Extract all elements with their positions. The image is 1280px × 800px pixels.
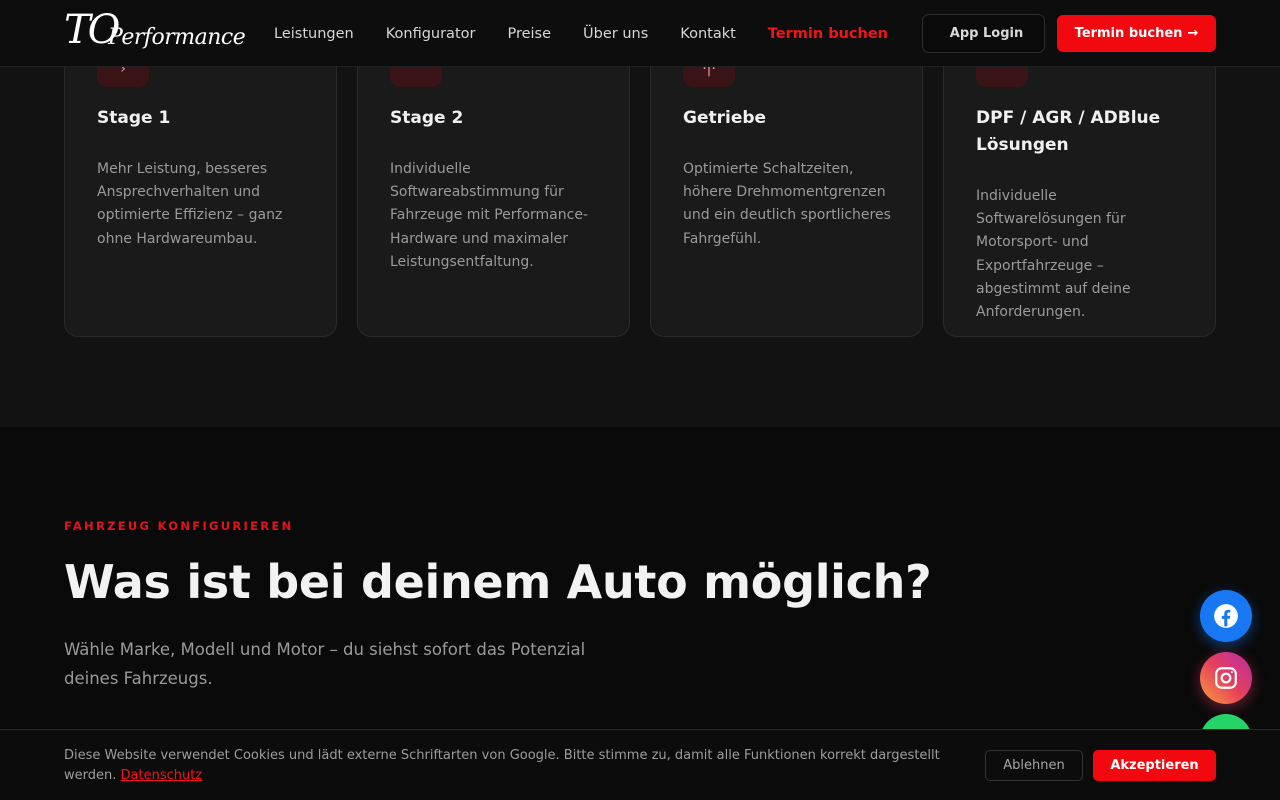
logo-wordmark: Performance [108, 25, 246, 50]
section-lead: Wähle Marke, Modell und Motor – du siehs… [64, 640, 586, 688]
top-navbar: TO Performance Leistungen Konfigurator P… [0, 0, 1280, 67]
nav-link-preise[interactable]: Preise [507, 26, 551, 42]
service-card-title: Stage 1 [97, 108, 171, 128]
instagram-button[interactable] [1200, 652, 1252, 704]
cookie-banner: Diese Website verwendet Cookies und lädt… [0, 729, 1280, 800]
service-card-dpf[interactable]: DPF / AGR / ADBlue Lösungen Individuelle… [943, 20, 1216, 337]
service-card-stage-2[interactable]: Stage 2 Individuelle Softwareabstimmung … [357, 20, 630, 337]
facebook-icon [1214, 604, 1238, 628]
privacy-link[interactable]: Datenschutz [121, 768, 203, 783]
facebook-button[interactable] [1200, 590, 1252, 642]
cookie-accept-button[interactable]: Akzeptieren [1093, 750, 1216, 781]
nav-link-ueber-uns[interactable]: Über uns [583, 26, 648, 42]
arrow-right-icon: → [1187, 26, 1199, 41]
service-card-title: DPF / AGR / ADBlue Lösungen [976, 108, 1161, 155]
cookie-decline-button[interactable]: Ablehnen [985, 750, 1083, 781]
service-card-getriebe[interactable]: ·|· Getriebe Optimierte Schaltzeiten, hö… [650, 20, 923, 337]
nav-link-termin-buchen[interactable]: Termin buchen [768, 26, 888, 42]
brand-logo[interactable]: TO Performance [64, 7, 246, 57]
nav-link-kontakt[interactable]: Kontakt [680, 26, 736, 42]
service-card-text: Individuelle Softwareabstimmung für Fahr… [390, 161, 588, 270]
service-card-title: Getriebe [683, 108, 767, 128]
main-nav: Leistungen Konfigurator Preise Über uns … [274, 0, 888, 67]
section-eyebrow: FAHRZEUG KONFIGURIEREN [64, 519, 294, 533]
service-card-text: Individuelle Softwarelösungen für Motors… [976, 188, 1131, 321]
book-appointment-label: Termin buchen [1074, 26, 1183, 41]
service-card-stage-1[interactable]: › Stage 1 Mehr Leistung, besseres Anspre… [64, 20, 337, 337]
nav-link-leistungen[interactable]: Leistungen [274, 26, 354, 42]
instagram-icon [1215, 667, 1237, 689]
app-login-label: App Login [949, 26, 1024, 41]
app-login-button[interactable]: App Login [922, 14, 1045, 53]
cookie-text-block: Diese Website verwendet Cookies und lädt… [64, 746, 954, 785]
service-card-text: Optimierte Schaltzeiten, höhere Drehmome… [683, 161, 891, 247]
book-appointment-button[interactable]: Termin buchen → [1057, 15, 1216, 52]
service-card-title: Stage 2 [390, 108, 464, 128]
nav-link-konfigurator[interactable]: Konfigurator [386, 26, 476, 42]
service-card-text: Mehr Leistung, besseres Ansprechverhalte… [97, 161, 283, 247]
section-headline: Was ist bei deinem Auto möglich? [64, 555, 932, 609]
